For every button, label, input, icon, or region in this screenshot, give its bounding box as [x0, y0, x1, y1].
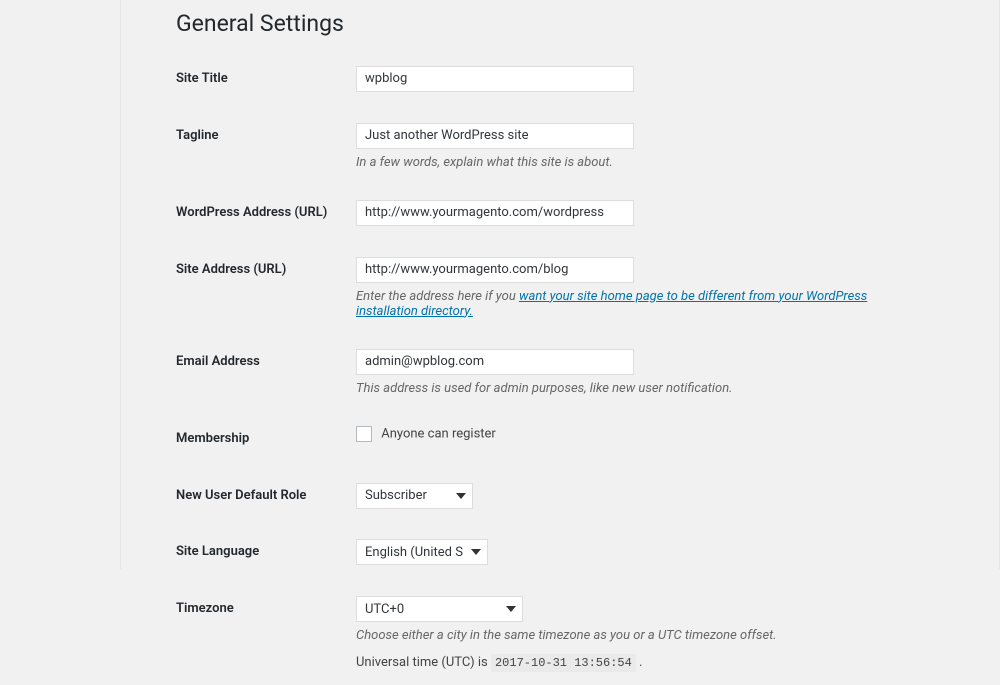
tagline-description: In a few words, explain what this site i… [356, 155, 922, 170]
site-title-label: Site Title [176, 51, 356, 108]
site-language-select[interactable]: English (United States) [356, 539, 488, 565]
membership-label: Membership [176, 411, 356, 468]
email-input[interactable] [356, 349, 634, 375]
wp-address-label: WordPress Address (URL) [176, 185, 356, 242]
default-role-select[interactable]: Subscriber [356, 483, 473, 509]
site-title-input[interactable] [356, 66, 634, 92]
membership-checkbox[interactable] [356, 426, 372, 442]
utc-time-value: 2017-10-31 13:56:54 [491, 654, 636, 672]
page-title: General Settings [176, 0, 932, 51]
site-address-input[interactable] [356, 257, 634, 283]
site-address-label: Site Address (URL) [176, 242, 356, 334]
membership-checkbox-label: Anyone can register [381, 426, 496, 441]
timezone-utc-info: Universal time (UTC) is 2017-10-31 13:56… [356, 655, 922, 670]
email-description: This address is used for admin purposes,… [356, 381, 922, 396]
tagline-label: Tagline [176, 108, 356, 185]
default-role-label: New User Default Role [176, 468, 356, 525]
timezone-select[interactable]: UTC+0 [356, 596, 523, 622]
site-language-label: Site Language [176, 524, 356, 581]
email-label: Email Address [176, 334, 356, 411]
timezone-description: Choose either a city in the same timezon… [356, 628, 922, 643]
timezone-label: Timezone [176, 581, 356, 685]
wp-address-input[interactable] [356, 200, 634, 226]
site-address-description: Enter the address here if you want your … [356, 289, 922, 319]
tagline-input[interactable] [356, 123, 634, 149]
